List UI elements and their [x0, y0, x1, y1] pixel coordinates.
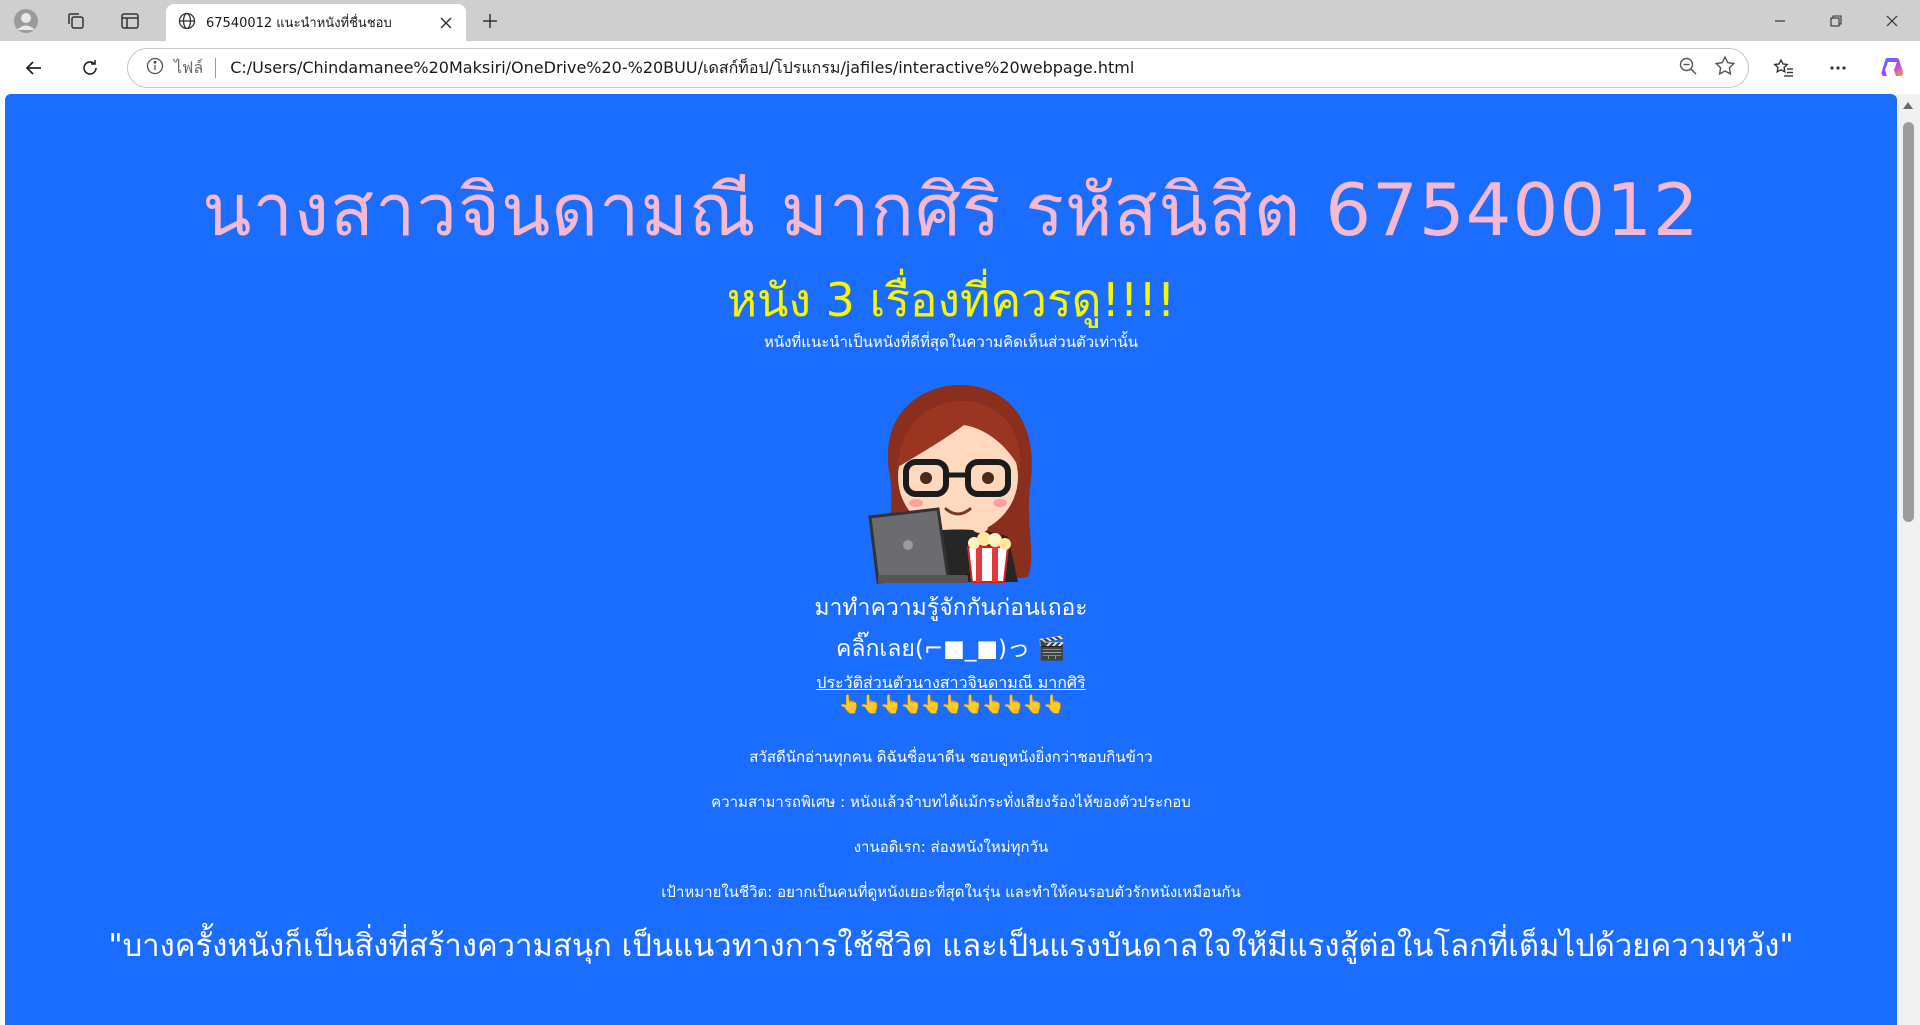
scroll-up-icon[interactable]: [1903, 102, 1913, 109]
page-subhead: หนัง 3 เรื่องที่ควรดู!!!!: [726, 273, 1176, 327]
close-window-icon[interactable]: [1864, 0, 1920, 41]
star-icon[interactable]: [1714, 55, 1736, 81]
scroll-thumb[interactable]: [1903, 122, 1914, 522]
para-greeting: สวัสดีนักอ่านทุกคน ดิฉันชื่อนาดีน ชอบดูห…: [749, 748, 1153, 766]
intro-line-2: คลิ๊กเลย(⌐■_■)っ 🎬: [836, 636, 1066, 662]
refresh-icon[interactable]: [72, 50, 108, 86]
copilot-icon[interactable]: [1874, 50, 1910, 86]
address-label: ไฟล์: [174, 57, 204, 77]
minimize-icon[interactable]: [1752, 0, 1808, 41]
workspaces-icon[interactable]: [60, 5, 92, 37]
address-url[interactable]: C:/Users/Chindamanee%20Maksiri/OneDrive%…: [230, 56, 1748, 81]
vertical-scrollbar[interactable]: [1897, 94, 1920, 1025]
intro-line-1: มาทำความรู้จักกันก่อนเถอะ: [814, 595, 1088, 621]
info-icon[interactable]: [146, 57, 164, 79]
toolbar: ไฟล์ C:/Users/Chindamanee%20Maksiri/OneD…: [0, 41, 1920, 94]
para-goal: เป้าหมายในชีวิต: อยากเป็นคนที่ดูหนังเยอะ…: [661, 883, 1241, 901]
favorites-icon[interactable]: [1766, 50, 1802, 86]
more-icon[interactable]: [1820, 50, 1856, 86]
pointing-hands: 👆👆👆👆👆👆👆👆👆👆👆: [838, 694, 1066, 715]
tab-active[interactable]: 67540012 แนะนำหนังที่ชื่นชอบ: [166, 4, 466, 41]
page-note: หนังที่แนะนำเป็นหนังที่ดีที่สุดในความคิด…: [763, 333, 1139, 351]
plus-icon[interactable]: [474, 5, 506, 37]
address-divider: [215, 58, 217, 78]
avatar-illustration: [868, 385, 1032, 584]
zoom-out-icon[interactable]: [1678, 56, 1698, 80]
profile-icon[interactable]: [10, 5, 42, 37]
close-icon[interactable]: [436, 13, 456, 33]
address-bar[interactable]: ไฟล์ C:/Users/Chindamanee%20Maksiri/OneD…: [127, 48, 1749, 88]
page-viewport: นางสาวจินดามณี มากศิริ รหัสนิสิต 6754001…: [5, 94, 1897, 1025]
page-headline: นางสาวจินดามณี มากศิริ รหัสนิสิต 6754001…: [202, 168, 1700, 252]
back-arrow-icon[interactable]: [16, 50, 52, 86]
tab-strip: 67540012 แนะนำหนังที่ชื่นชอบ: [0, 0, 1920, 41]
para-talent: ความสามารถพิเศษ : หนังแล้วจำบทได้แม้กระท…: [711, 793, 1191, 811]
page-quote: "บางครั้งหนังก็เป็นสิ่งที่สร้างความสนุก …: [108, 928, 1794, 964]
bio-link[interactable]: ประวัติส่วนตัวนางสาวจินดามณี มากศิริ: [816, 673, 1085, 692]
para-hobby: งานอดิเรก: ส่องหนังใหม่ทุกวัน: [853, 838, 1049, 856]
globe-icon: [178, 12, 196, 34]
tab-title: 67540012 แนะนำหนังที่ชื่นชอบ: [206, 16, 392, 31]
tab-actions-icon[interactable]: [114, 5, 146, 37]
restore-icon[interactable]: [1808, 0, 1864, 41]
